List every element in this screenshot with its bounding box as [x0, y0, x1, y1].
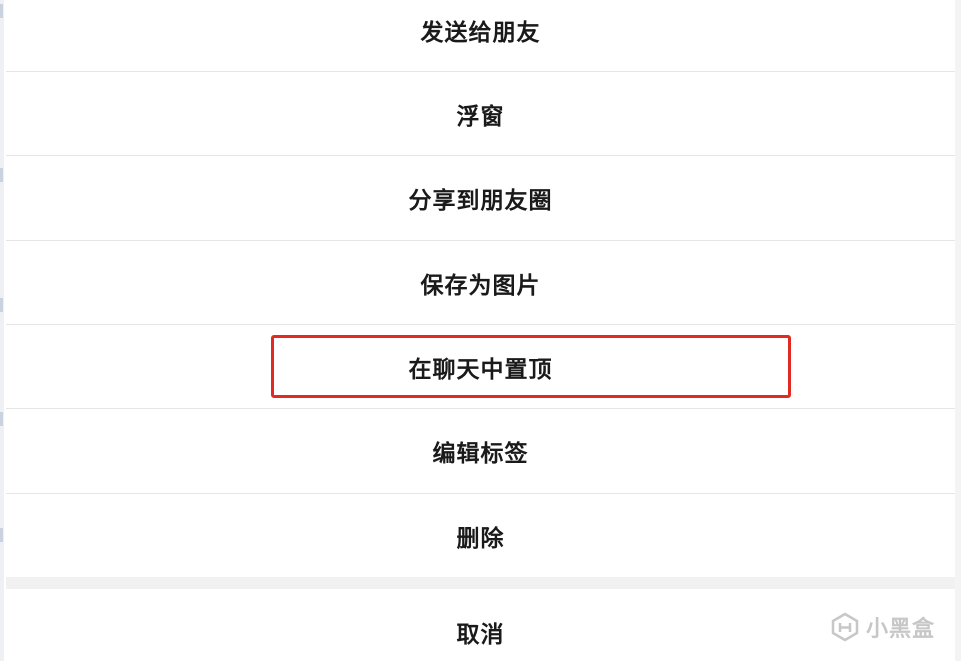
action-sheet: 发送给朋友 浮窗 分享到朋友圈 保存为图片 在聊天中置顶 编辑标签 删除 取消	[6, 0, 955, 661]
cancel-button[interactable]: 取消	[6, 590, 955, 661]
edge-marker	[0, 168, 3, 182]
left-edge-background	[0, 0, 4, 661]
delete-option[interactable]: 删除	[6, 494, 955, 578]
edge-marker	[0, 4, 3, 18]
edge-marker	[0, 412, 3, 426]
heybox-logo-icon	[831, 612, 859, 642]
right-edge-background	[955, 0, 961, 661]
edit-tags-option[interactable]: 编辑标签	[6, 409, 955, 493]
share-to-moments-option[interactable]: 分享到朋友圈	[6, 156, 955, 240]
floating-window-option[interactable]: 浮窗	[6, 72, 955, 156]
save-as-image-option[interactable]: 保存为图片	[6, 241, 955, 325]
cancel-separator	[6, 577, 955, 589]
pin-in-chat-option[interactable]: 在聊天中置顶	[6, 325, 955, 409]
watermark: 小黑盒	[830, 611, 935, 643]
edge-marker	[0, 528, 3, 542]
send-to-friend-option[interactable]: 发送给朋友	[6, 0, 955, 72]
share-action-sheet-screen: 发送给朋友 浮窗 分享到朋友圈 保存为图片 在聊天中置顶 编辑标签 删除 取消 …	[0, 0, 961, 661]
watermark-text: 小黑盒	[865, 617, 935, 642]
edge-marker	[0, 298, 3, 312]
